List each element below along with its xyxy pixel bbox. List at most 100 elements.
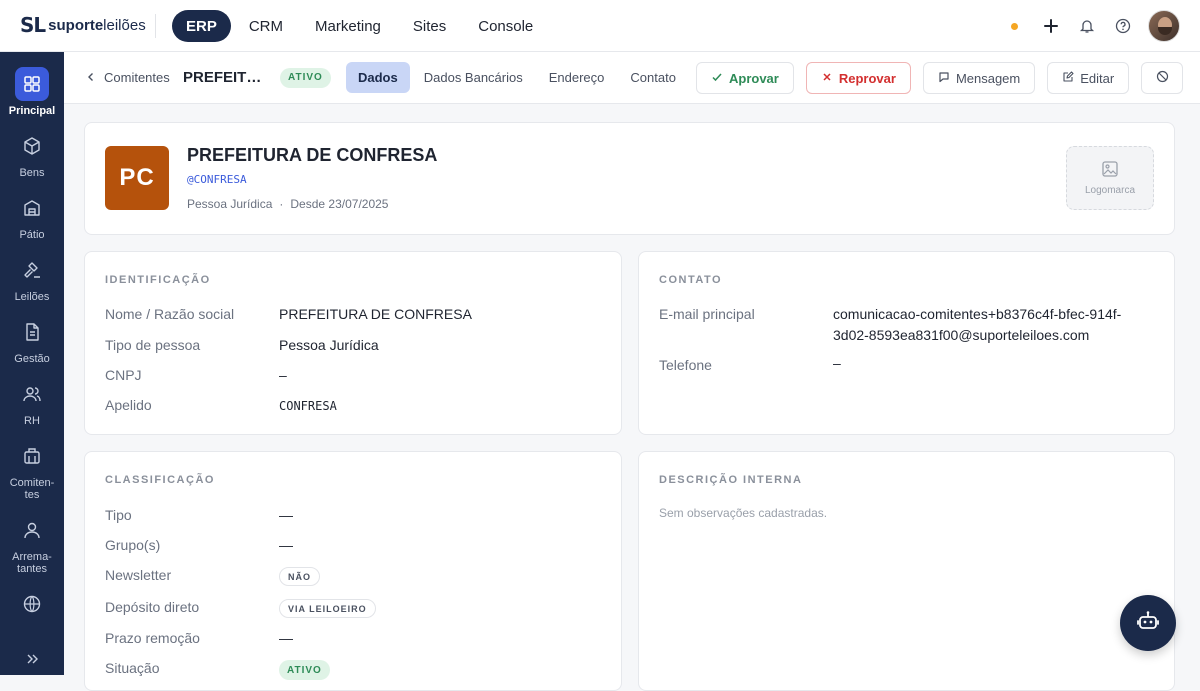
field-label: Telefone — [659, 357, 712, 373]
edit-button[interactable]: Editar — [1047, 62, 1130, 94]
sidebar-item-label: Pátio — [19, 229, 45, 241]
document-icon — [15, 315, 49, 349]
box-icon — [15, 129, 49, 163]
help-icon[interactable] — [1112, 15, 1134, 37]
brand-mark: SL — [20, 13, 46, 37]
nav-console[interactable]: Console — [464, 10, 547, 42]
field-row: Situação ATIVO — [105, 660, 330, 680]
tab-contato[interactable]: Contato — [618, 62, 688, 93]
breadcrumb-link[interactable]: Comitentes — [104, 70, 170, 85]
sidebar-item-rh[interactable]: RH — [0, 377, 64, 427]
profile-header-card: PC PREFEITURA DE CONFRESA @CONFRESA Pess… — [84, 122, 1175, 235]
email-value[interactable]: comunicacao-comitentes+b8376c4f-bfec-914… — [833, 304, 1121, 346]
gavel-icon — [15, 253, 49, 287]
field-row: Apelido CONFRESA — [105, 397, 337, 413]
main-nav: ERP CRM Marketing Sites Console — [172, 10, 547, 42]
avatar[interactable] — [1148, 10, 1180, 42]
field-row: E-mail principal comunicacao-comitentes+… — [659, 306, 1121, 346]
double-chevron-right-icon — [15, 642, 49, 676]
action-buttons: Aprovar Reprovar Mensagem Editar — [696, 62, 1184, 94]
top-bar: SL suporte leilões ERP CRM Marketing Site… — [0, 0, 1200, 52]
sidebar-expand[interactable] — [0, 642, 64, 680]
sidebar-item-label: Leilões — [14, 291, 50, 303]
field-row: Telefone – — [659, 355, 841, 373]
field-label: Situação — [105, 660, 160, 676]
sidebar: Principal Bens Pátio Leilões Gestão RH C… — [0, 52, 64, 675]
tab-dados[interactable]: Dados — [346, 62, 410, 93]
field-row: Depósito direto VIA LEILOEIRO — [105, 599, 376, 618]
sidebar-item-gestao[interactable]: Gestão — [0, 315, 64, 365]
section-title: DESCRIÇÃO INTERNA — [659, 474, 803, 486]
internal-description-card: DESCRIÇÃO INTERNA Sem observações cadast… — [638, 451, 1175, 691]
robot-icon — [1136, 609, 1160, 638]
person-type: Pessoa Jurídica — [187, 197, 273, 211]
nav-marketing[interactable]: Marketing — [301, 10, 395, 42]
logo-upload[interactable]: Logomarca — [1066, 146, 1154, 210]
section-title: CONTATO — [659, 274, 723, 286]
field-label: Tipo — [105, 507, 132, 523]
users-icon — [15, 377, 49, 411]
status-badge: ATIVO — [280, 67, 331, 88]
nav-erp[interactable]: ERP — [172, 10, 231, 42]
deactivate-button[interactable] — [1141, 62, 1184, 94]
sidebar-item-label: Bens — [19, 167, 45, 179]
plus-icon[interactable] — [1040, 15, 1062, 37]
sidebar-item-comitentes[interactable]: Comiten-tes — [0, 439, 64, 501]
brand-word-bold: suporte — [48, 16, 104, 34]
sidebar-item-leiloes[interactable]: Leilões — [0, 253, 64, 303]
sidebar-item-label: Principal — [8, 105, 56, 117]
field-value: — — [279, 507, 293, 523]
approve-button[interactable]: Aprovar — [696, 62, 794, 94]
field-label: Newsletter — [105, 567, 172, 583]
field-row: Newsletter NÃO — [105, 567, 320, 586]
sidebar-item-principal[interactable]: Principal — [0, 67, 64, 117]
classification-card: CLASSIFICAÇÃO Tipo — Grupo(s) — Newslett… — [84, 451, 622, 691]
sidebar-item-label: RH — [24, 415, 40, 427]
logo-label: Logomarca — [1084, 185, 1136, 196]
sidebar-item-label: Gestão — [14, 353, 50, 365]
field-value: — — [279, 630, 293, 646]
profile-handle: @CONFRESA — [187, 173, 247, 186]
chevron-left-icon — [86, 70, 96, 85]
sidebar-item-bens[interactable]: Bens — [0, 129, 64, 179]
sidebar-item-sites[interactable] — [0, 587, 64, 625]
meta-separator: · — [279, 197, 284, 211]
tab-list: Dados Dados Bancários Endereço Contato — [346, 62, 690, 93]
nav-crm[interactable]: CRM — [235, 10, 297, 42]
bell-icon[interactable] — [1076, 15, 1098, 37]
field-label: Nome / Razão social — [105, 306, 235, 322]
page-title: PREFEITURA DE CONFRESA — [183, 69, 269, 86]
profile-name: PREFEITURA DE CONFRESA — [187, 145, 438, 165]
sidebar-item-patio[interactable]: Pátio — [0, 191, 64, 241]
breadcrumb[interactable]: Comitentes — [86, 70, 170, 85]
tab-endereco[interactable]: Endereço — [537, 62, 617, 93]
section-title: CLASSIFICAÇÃO — [105, 474, 215, 486]
email-line: 3d02-8593ea831f00@suporteleiloes.com — [833, 327, 1090, 343]
message-button[interactable]: Mensagem — [922, 62, 1036, 94]
field-row: Tipo — — [105, 507, 293, 523]
approve-label: Aprovar — [729, 70, 779, 86]
user-icon — [15, 513, 49, 547]
edit-icon — [1062, 70, 1074, 86]
field-value: PREFEITURA DE CONFRESA — [279, 306, 472, 322]
sidebar-item-arrematantes[interactable]: Arrema-tantes — [0, 513, 64, 575]
field-label: Apelido — [105, 397, 152, 413]
brand-logo[interactable]: SL suporte leilões — [20, 13, 146, 37]
edit-label: Editar — [1080, 70, 1115, 86]
tab-dados-bancarios[interactable]: Dados Bancários — [412, 62, 535, 93]
field-row: Tipo de pessoa Pessoa Jurídica — [105, 337, 379, 353]
field-value: – — [833, 355, 841, 371]
nav-sites[interactable]: Sites — [399, 10, 460, 42]
warehouse-icon — [15, 191, 49, 225]
field-row: CNPJ – — [105, 367, 287, 383]
chat-icon — [938, 71, 950, 86]
field-label: Prazo remoção — [105, 630, 200, 646]
since-date: Desde 23/07/2025 — [290, 197, 389, 211]
reject-label: Reprovar — [838, 70, 896, 86]
profile-meta: Pessoa Jurídica · Desde 23/07/2025 — [187, 197, 388, 211]
reject-button[interactable]: Reprovar — [805, 62, 911, 94]
field-label: Depósito direto — [105, 599, 200, 615]
close-icon — [821, 71, 833, 86]
assistant-bot-button[interactable] — [1120, 595, 1176, 651]
image-icon — [1101, 160, 1119, 181]
